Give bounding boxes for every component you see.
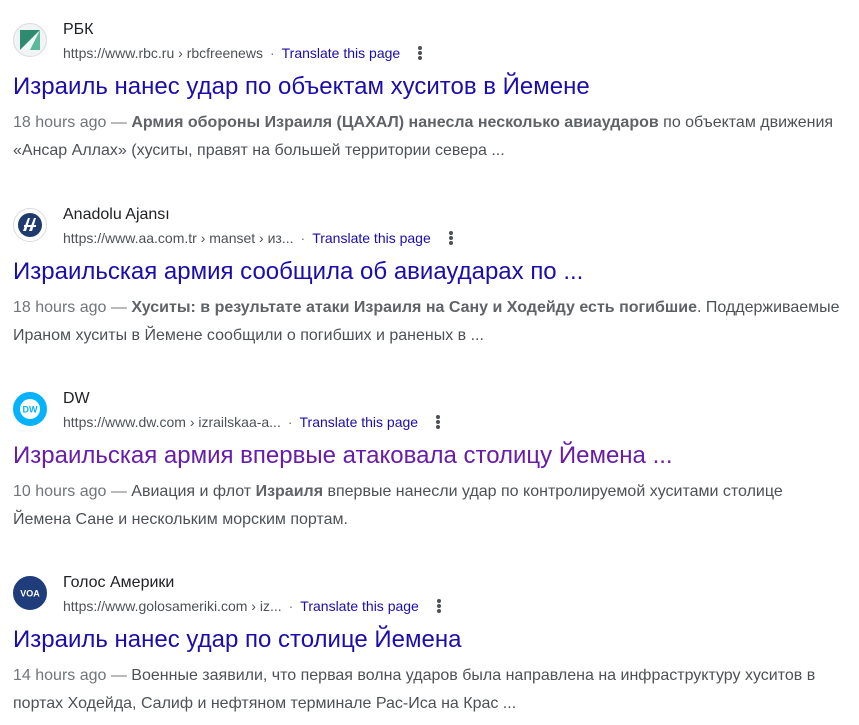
result-source[interactable]: РБК https://www.rbc.ru › rbcfreenews · T…	[13, 20, 843, 70]
result-date: 14 hours ago —	[13, 667, 127, 684]
translate-link[interactable]: Translate this page	[312, 229, 431, 247]
result-title-link[interactable]: Израильская армия впервые атаковала стол…	[13, 441, 843, 471]
result-title-link[interactable]: Израильская армия сообщила об авиаударах…	[13, 257, 843, 287]
search-result: РБК https://www.rbc.ru › rbcfreenews · T…	[13, 20, 843, 165]
separator-dot: ·	[287, 414, 293, 430]
result-snippet: 10 hours ago — Авиация и флот Израиля вп…	[13, 478, 843, 534]
snippet-highlight: Армия обороны Израиля (ЦАХАЛ) нанесла не…	[131, 114, 659, 131]
separator-dot: ·	[300, 230, 306, 246]
snippet-highlight: Хуситы: в результате атаки Израиля на Са…	[131, 299, 697, 316]
snippet-text: Авиация и флот	[126, 483, 256, 500]
result-source[interactable]: Anadolu Ajansı https://www.aa.com.tr › m…	[13, 205, 843, 255]
anadolu-logo-icon	[13, 208, 47, 242]
rbc-logo-icon	[13, 23, 47, 57]
search-result: VOA Голос Америки https://www.golosameri…	[13, 573, 843, 718]
result-source[interactable]: DW DW https://www.dw.com › izrailskaa-a.…	[13, 389, 843, 439]
result-snippet: 18 hours ago — Армия обороны Израиля (ЦА…	[13, 109, 843, 165]
translate-link[interactable]: Translate this page	[300, 597, 419, 615]
site-url: https://www.rbc.ru › rbcfreenews	[63, 45, 263, 61]
result-date: 18 hours ago —	[13, 299, 127, 316]
svg-text:VOA: VOA	[20, 589, 40, 599]
site-url: https://www.golosameriki.com › iz...	[63, 598, 282, 614]
site-url: https://www.dw.com › izrailskaa-a...	[63, 414, 281, 430]
search-result: Anadolu Ajansı https://www.aa.com.tr › m…	[13, 205, 843, 350]
snippet-text: Военные заявили, что первая волна ударов…	[13, 667, 816, 712]
result-title-link[interactable]: Израиль нанес удар по столице Йемена	[13, 625, 843, 655]
result-snippet: 14 hours ago — Военные заявили, что перв…	[13, 662, 843, 718]
result-date: 10 hours ago —	[13, 483, 127, 500]
more-options-icon[interactable]	[436, 599, 441, 613]
dw-logo-icon: DW	[13, 392, 47, 426]
result-date: 18 hours ago —	[13, 114, 127, 131]
search-result: DW DW https://www.dw.com › izrailskaa-a.…	[13, 389, 843, 534]
site-name: РБК	[63, 21, 94, 38]
result-title-link[interactable]: Израиль нанес удар по объектам хуситов в…	[13, 72, 843, 102]
voa-logo-icon: VOA	[13, 576, 47, 610]
separator-dot: ·	[269, 45, 275, 61]
result-snippet: 18 hours ago — Хуситы: в результате атак…	[13, 294, 843, 350]
translate-link[interactable]: Translate this page	[282, 44, 401, 62]
more-options-icon[interactable]	[418, 46, 423, 60]
separator-dot: ·	[288, 598, 294, 614]
snippet-highlight: Израиля	[255, 483, 324, 500]
result-source[interactable]: VOA Голос Америки https://www.golosameri…	[13, 573, 843, 623]
site-name: Голос Америки	[63, 574, 175, 591]
site-url: https://www.aa.com.tr › manset › из...	[63, 230, 294, 246]
more-options-icon[interactable]	[436, 415, 441, 429]
svg-text:DW: DW	[23, 405, 38, 415]
more-options-icon[interactable]	[448, 231, 453, 245]
translate-link[interactable]: Translate this page	[300, 413, 419, 431]
site-name: DW	[63, 390, 90, 407]
site-name: Anadolu Ajansı	[63, 206, 170, 223]
